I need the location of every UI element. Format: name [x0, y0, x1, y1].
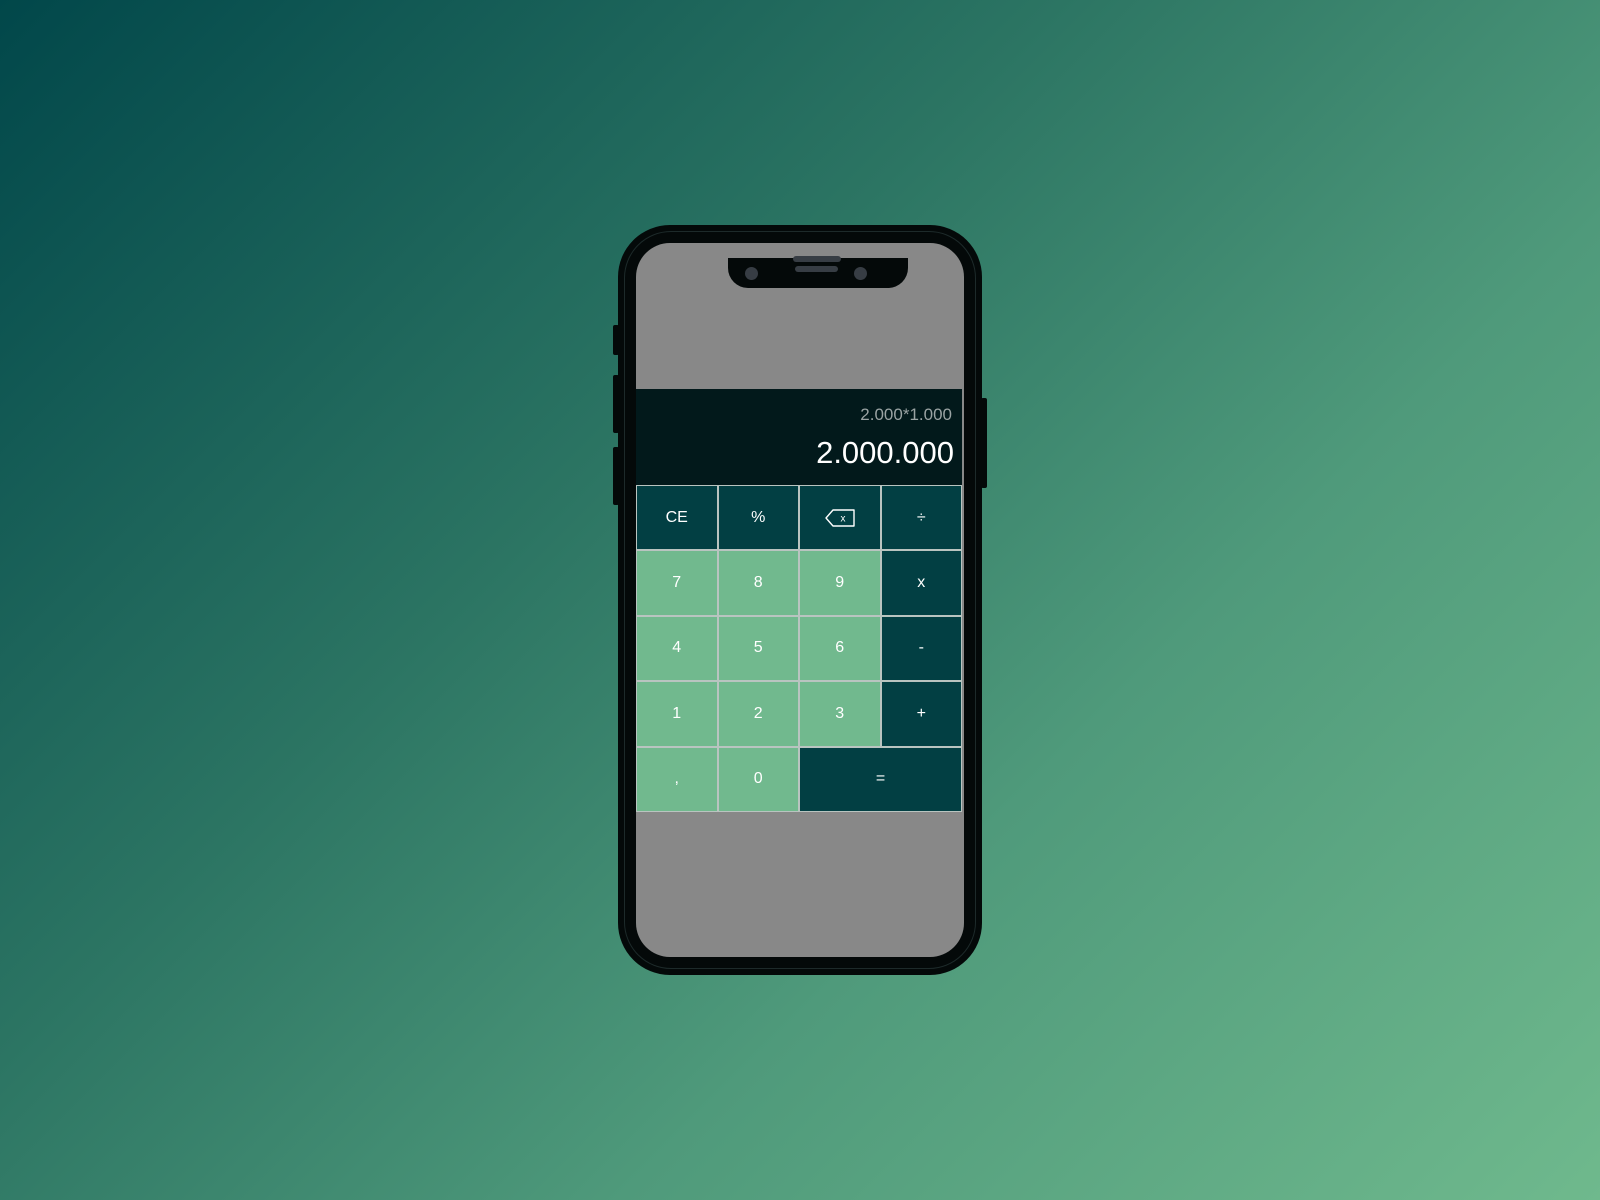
- speaker-grille-icon: [795, 266, 838, 272]
- multiply-button[interactable]: x: [881, 551, 961, 615]
- keypad: CE % x ÷ 7 8 9 x 4 5 6 - 1 2 3 + , 0 =: [636, 485, 962, 812]
- calculator-display: 2.000*1.000 2.000.000: [636, 389, 962, 485]
- digit-7-button[interactable]: 7: [637, 551, 717, 615]
- volume-up-button: [613, 375, 619, 433]
- digit-3-button[interactable]: 3: [800, 682, 880, 746]
- power-button: [981, 398, 987, 488]
- digit-0-button[interactable]: 0: [718, 747, 798, 811]
- expression-text: 2.000*1.000: [860, 405, 952, 424]
- backspace-button[interactable]: x: [800, 486, 880, 550]
- percent-button[interactable]: %: [718, 486, 798, 550]
- phone-frame: 2.000*1.000 2.000.000 CE % x ÷ 7 8 9 x 4…: [613, 225, 987, 975]
- speaker-grille-icon: [793, 256, 841, 262]
- sensor-icon: [854, 267, 867, 280]
- mute-switch: [613, 325, 619, 355]
- digit-5-button[interactable]: 5: [718, 616, 798, 681]
- backspace-glyph: x: [840, 513, 845, 524]
- camera-icon: [745, 267, 758, 280]
- backspace-icon: x: [825, 508, 855, 527]
- digit-2-button[interactable]: 2: [718, 682, 798, 746]
- clear-entry-button[interactable]: CE: [637, 486, 717, 550]
- digit-9-button[interactable]: 9: [800, 551, 880, 615]
- volume-down-button: [613, 447, 619, 505]
- result-text: 2.000.000: [816, 435, 954, 470]
- divide-button[interactable]: ÷: [881, 486, 961, 550]
- digit-6-button[interactable]: 6: [800, 616, 880, 681]
- digit-1-button[interactable]: 1: [637, 682, 717, 746]
- notch: [728, 256, 908, 288]
- minus-button[interactable]: -: [881, 616, 961, 681]
- plus-button[interactable]: +: [881, 682, 961, 746]
- equals-button[interactable]: =: [800, 747, 961, 811]
- digit-4-button[interactable]: 4: [637, 616, 717, 681]
- digit-8-button[interactable]: 8: [718, 551, 798, 615]
- decimal-comma-button[interactable]: ,: [637, 747, 717, 811]
- phone-screen: 2.000*1.000 2.000.000 CE % x ÷ 7 8 9 x 4…: [636, 243, 964, 957]
